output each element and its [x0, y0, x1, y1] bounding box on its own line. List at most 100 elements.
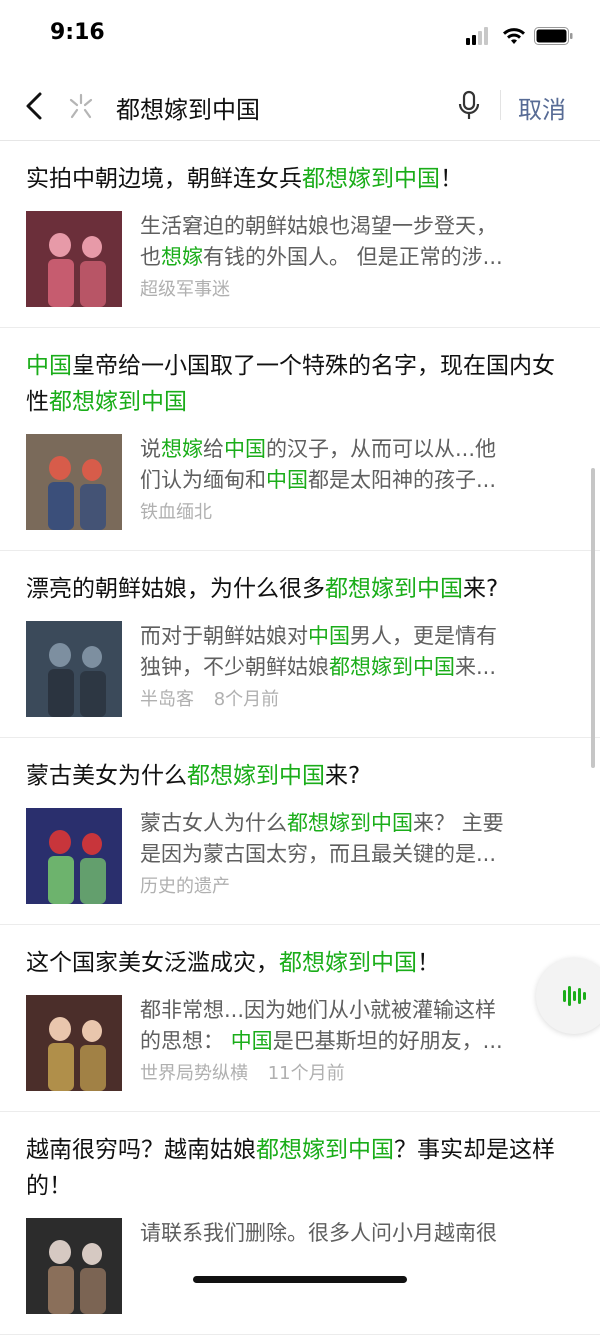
result-item[interactable]: 越南很穷吗？越南姑娘都想嫁到中国？事实却是这样的！ 请联系我们删除。很多人问小月…: [0, 1112, 600, 1335]
result-time: 8个月前: [213, 689, 280, 710]
sparkle-icon: [66, 92, 96, 122]
text-segment: 来?: [325, 763, 361, 789]
result-text: 生活窘迫的朝鲜姑娘也渴望一步登天， 也想嫁有钱的外国人。 但是正常的涉... 超…: [140, 211, 570, 307]
text-segment: 来?: [463, 576, 499, 602]
result-meta: 历史的遗产: [140, 872, 570, 902]
result-text: 请联系我们删除。很多人问小月越南很: [140, 1218, 570, 1314]
result-snippet: 都非常想...因为她们从小就被灌输这样 的思想： 中国是巴基斯坦的好朋友，...: [140, 995, 570, 1057]
mic-icon[interactable]: [455, 90, 483, 122]
search-input[interactable]: 都想嫁到中国: [116, 90, 260, 125]
text-segment: 都非常想...因为她们从小就被灌输这样: [140, 998, 497, 1022]
highlight-text: 都想嫁到中国: [279, 950, 417, 976]
status-time: 9:16: [50, 20, 105, 45]
result-text: 蒙古女人为什么都想嫁到中国来？ 主要 是因为蒙古国太穷，而且最关键的是... 历…: [140, 808, 570, 904]
result-body: 生活窘迫的朝鲜姑娘也渴望一步登天， 也想嫁有钱的外国人。 但是正常的涉... 超…: [0, 197, 600, 327]
result-item[interactable]: 实拍中朝边境，朝鲜连女兵都想嫁到中国！ 生活窘迫的朝鲜姑娘也渴望一步登天， 也想…: [0, 141, 600, 328]
highlight-text: 想嫁: [161, 437, 203, 461]
text-segment: 蒙古女人为什么: [140, 811, 287, 835]
text-segment: 也: [140, 245, 161, 269]
result-thumbnail[interactable]: [26, 808, 122, 904]
result-source: 铁血缅北: [140, 502, 212, 523]
result-title[interactable]: 蒙古美女为什么都想嫁到中国来?: [0, 738, 600, 794]
voice-input-button[interactable]: [536, 958, 600, 1034]
text-segment: 们认为缅甸和: [140, 468, 266, 492]
text-segment: 男人，更是情有: [350, 624, 497, 648]
result-title[interactable]: 漂亮的朝鲜姑娘，为什么很多都想嫁到中国来?: [0, 551, 600, 607]
text-segment: 有钱的外国人。 但是正常的涉...: [203, 245, 503, 269]
result-body: 说想嫁给中国的汉子，从而可以从...他 们认为缅甸和中国都是太阳神的孩子... …: [0, 420, 600, 550]
highlight-text: 都想嫁到中国: [187, 763, 325, 789]
result-thumbnail[interactable]: [26, 621, 122, 717]
home-indicator[interactable]: [193, 1276, 407, 1283]
result-text: 说想嫁给中国的汉子，从而可以从...他 们认为缅甸和中国都是太阳神的孩子... …: [140, 434, 570, 530]
result-source: 超级军事迷: [140, 279, 230, 300]
thumbnail-image: [26, 621, 122, 717]
result-thumbnail[interactable]: [26, 995, 122, 1091]
text-segment: 请联系我们删除。很多人问小月越南很: [140, 1221, 497, 1245]
highlight-text: 都想嫁到中国: [329, 655, 455, 679]
text-segment: 蒙古美女为什么: [26, 763, 187, 789]
result-title[interactable]: 中国皇帝给一小国取了一个特殊的名字，现在国内女性都想嫁到中国: [0, 328, 600, 420]
result-snippet: 说想嫁给中国的汉子，从而可以从...他 们认为缅甸和中国都是太阳神的孩子...: [140, 434, 570, 496]
text-segment: 是因为蒙古国太穷，而且最关键的是...: [140, 842, 497, 866]
results-list: 实拍中朝边境，朝鲜连女兵都想嫁到中国！ 生活窘迫的朝鲜姑娘也渴望一步登天， 也想…: [0, 141, 600, 1335]
highlight-text: 都想嫁到中国: [287, 811, 413, 835]
back-button[interactable]: [22, 90, 50, 122]
result-meta: 半岛客 8个月前: [140, 685, 570, 715]
text-segment: 说: [140, 437, 161, 461]
highlight-text: 都想嫁到中国: [325, 576, 463, 602]
result-source: 世界局势纵横: [140, 1063, 248, 1084]
text-segment: 是巴基斯坦的好朋友，...: [272, 1029, 503, 1053]
result-snippet: 而对于朝鲜姑娘对中国男人，更是情有 独钟，不少朝鲜姑娘都想嫁到中国来...: [140, 621, 570, 683]
text-segment: 实拍中朝边境，朝鲜连女兵: [26, 166, 302, 192]
result-body: 请联系我们删除。很多人问小月越南很: [0, 1204, 600, 1334]
result-title[interactable]: 越南很穷吗？越南姑娘都想嫁到中国？事实却是这样的！: [0, 1112, 600, 1204]
text-segment: ！: [417, 950, 440, 976]
result-title[interactable]: 实拍中朝边境，朝鲜连女兵都想嫁到中国！: [0, 141, 600, 197]
highlight-text: 中国: [266, 468, 308, 492]
result-body: 都非常想...因为她们从小就被灌输这样 的思想： 中国是巴基斯坦的好朋友，...…: [0, 981, 600, 1111]
highlight-text: 中国: [224, 437, 266, 461]
text-segment: 漂亮的朝鲜姑娘，为什么很多: [26, 576, 325, 602]
result-meta: 世界局势纵横 11个月前: [140, 1059, 570, 1089]
result-meta: 铁血缅北: [140, 498, 570, 528]
cancel-button[interactable]: 取消: [518, 90, 566, 125]
result-item[interactable]: 蒙古美女为什么都想嫁到中国来? 蒙古女人为什么都想嫁到中国来？ 主要 是因为蒙古…: [0, 738, 600, 925]
text-segment: 这个国家美女泛滥成灾，: [26, 950, 279, 976]
result-body: 蒙古女人为什么都想嫁到中国来？ 主要 是因为蒙古国太穷，而且最关键的是... 历…: [0, 794, 600, 924]
result-snippet: 蒙古女人为什么都想嫁到中国来？ 主要 是因为蒙古国太穷，而且最关键的是...: [140, 808, 570, 870]
result-text: 而对于朝鲜姑娘对中国男人，更是情有 独钟，不少朝鲜姑娘都想嫁到中国来... 半岛…: [140, 621, 570, 717]
thumbnail-image: [26, 1218, 122, 1314]
scrollbar[interactable]: [591, 468, 595, 768]
result-item[interactable]: 漂亮的朝鲜姑娘，为什么很多都想嫁到中国来? 而对于朝鲜姑娘对中国男人，更是情有 …: [0, 551, 600, 738]
result-text: 都非常想...因为她们从小就被灌输这样 的思想： 中国是巴基斯坦的好朋友，...…: [140, 995, 570, 1091]
text-segment: 来？ 主要: [413, 811, 504, 835]
result-meta: 超级军事迷: [140, 275, 570, 305]
text-segment: 都是太阳神的孩子...: [308, 468, 497, 492]
result-time: 11个月前: [267, 1063, 345, 1084]
result-thumbnail[interactable]: [26, 211, 122, 307]
signal-icon: [466, 27, 488, 45]
thumbnail-image: [26, 808, 122, 904]
text-segment: 的思想：: [140, 1029, 231, 1053]
result-thumbnail[interactable]: [26, 434, 122, 530]
result-body: 而对于朝鲜姑娘对中国男人，更是情有 独钟，不少朝鲜姑娘都想嫁到中国来... 半岛…: [0, 607, 600, 737]
text-segment: ！: [440, 166, 463, 192]
thumbnail-image: [26, 211, 122, 307]
text-segment: 来...: [455, 655, 497, 679]
highlight-text: 中国: [26, 353, 72, 379]
highlight-text: 都想嫁到中国: [256, 1137, 394, 1163]
text-segment: 给: [203, 437, 224, 461]
result-thumbnail[interactable]: [26, 1218, 122, 1314]
text-segment: 的汉子，从而可以从...他: [266, 437, 497, 461]
text-segment: 越南很穷吗？越南姑娘: [26, 1137, 256, 1163]
highlight-text: 都想嫁到中国: [302, 166, 440, 192]
result-title[interactable]: 这个国家美女泛滥成灾，都想嫁到中国！: [0, 925, 600, 981]
status-bar: 9:16: [0, 0, 600, 72]
result-snippet: 生活窘迫的朝鲜姑娘也渴望一步登天， 也想嫁有钱的外国人。 但是正常的涉...: [140, 211, 570, 273]
result-item[interactable]: 这个国家美女泛滥成灾，都想嫁到中国！ 都非常想...因为她们从小就被灌输这样 的…: [0, 925, 600, 1112]
battery-icon: [534, 27, 573, 45]
highlight-text: 都想嫁到中国: [49, 389, 187, 415]
waveform-icon: [563, 986, 586, 1006]
result-item[interactable]: 中国皇帝给一小国取了一个特殊的名字，现在国内女性都想嫁到中国 说想嫁给中国的汉子…: [0, 328, 600, 551]
